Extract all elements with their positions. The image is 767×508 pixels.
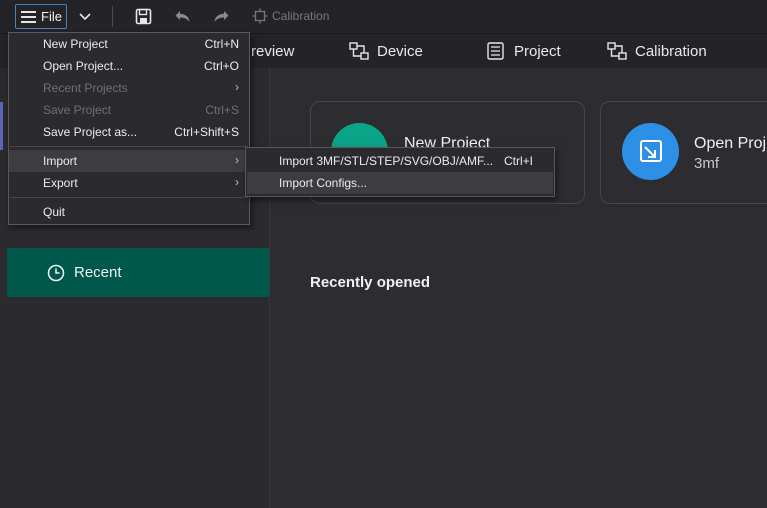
tab-project-label: Project [514, 42, 561, 60]
menu-item-label: Quit [43, 205, 66, 219]
menu-item-shortcut: Ctrl+Shift+S [174, 125, 239, 139]
toolbar-divider [112, 6, 113, 27]
menu-separator [10, 146, 248, 147]
tab-preview[interactable]: review [251, 34, 294, 68]
clock-icon [47, 264, 65, 281]
tab-preview-label: review [251, 42, 295, 60]
menu-item-save-project[interactable]: Save Project Ctrl+S [9, 99, 249, 121]
submenu-item-shortcut: Ctrl+I [503, 154, 533, 168]
tab-calibration-label: Calibration [635, 42, 707, 60]
menu-item-shortcut: Ctrl+N [204, 37, 239, 51]
title-toolbar: File Calibration [0, 0, 767, 34]
submenu-item-label: Import Configs... [279, 176, 368, 190]
tab-project[interactable]: Project [486, 34, 561, 68]
menu-item-export[interactable]: Export › [9, 172, 249, 194]
file-menu-button[interactable]: File [15, 4, 67, 29]
device-icon [349, 42, 369, 60]
menu-item-label: Save Project [43, 103, 112, 117]
recently-opened-heading: Recently opened [310, 274, 431, 291]
chevron-right-icon: › [235, 80, 239, 94]
menu-item-save-project-as[interactable]: Save Project as... Ctrl+Shift+S [9, 121, 249, 143]
hamburger-icon [21, 10, 36, 23]
menu-item-recent-projects[interactable]: Recent Projects › [9, 77, 249, 99]
menu-item-label: Save Project as... [43, 125, 138, 139]
menu-item-open-project[interactable]: Open Project... Ctrl+O [9, 55, 249, 77]
calibration-toolbar-button[interactable]: Calibration [252, 8, 329, 24]
project-icon [487, 42, 504, 60]
undo-icon[interactable] [174, 8, 191, 25]
calibration-toolbar-label: Calibration [272, 9, 330, 23]
menu-item-label: Open Project... [43, 59, 124, 73]
menu-item-quit[interactable]: Quit [9, 201, 249, 223]
sidebar-item-recent[interactable]: Recent [7, 248, 269, 297]
menu-separator [10, 197, 248, 198]
submenu-item-label: Import 3MF/STL/STEP/SVG/OBJ/AMF... [279, 154, 494, 168]
save-icon[interactable] [135, 8, 152, 25]
tab-calibration[interactable]: Calibration [607, 34, 707, 68]
file-menu-label: File [41, 9, 62, 24]
open-project-card[interactable]: Open Proj 3mf [600, 101, 767, 204]
menu-item-shortcut: Ctrl+O [203, 59, 239, 73]
import-submenu: Import 3MF/STL/STEP/SVG/OBJ/AMF... Ctrl+… [245, 147, 555, 197]
folder-open-icon [622, 123, 679, 180]
sidebar-item-recent-label: Recent [74, 264, 122, 281]
sidebar-selection-indicator [0, 102, 3, 150]
open-project-title: Open Proj [694, 135, 767, 152]
menu-item-label: Import [43, 154, 78, 168]
menu-item-label: Recent Projects [43, 81, 128, 95]
redo-icon[interactable] [213, 8, 230, 25]
submenu-item-import-models[interactable]: Import 3MF/STL/STEP/SVG/OBJ/AMF... Ctrl+… [247, 150, 553, 172]
chevron-right-icon: › [235, 175, 239, 189]
chevron-right-icon: › [235, 153, 239, 167]
menu-item-label: New Project [43, 37, 108, 51]
menu-item-import[interactable]: Import › [9, 150, 249, 172]
calibration-icon [252, 8, 268, 24]
tab-device[interactable]: Device [349, 34, 423, 68]
calibration-icon [607, 42, 627, 60]
file-menu: New Project Ctrl+N Open Project... Ctrl+… [8, 32, 250, 225]
submenu-item-import-configs[interactable]: Import Configs... [247, 172, 553, 194]
menu-item-label: Export [43, 176, 78, 190]
chevron-down-icon[interactable] [78, 9, 92, 23]
open-project-subtitle: 3mf [694, 155, 720, 172]
menu-item-new-project[interactable]: New Project Ctrl+N [9, 33, 249, 55]
menu-item-shortcut: Ctrl+S [205, 103, 239, 117]
tab-device-label: Device [377, 42, 423, 60]
